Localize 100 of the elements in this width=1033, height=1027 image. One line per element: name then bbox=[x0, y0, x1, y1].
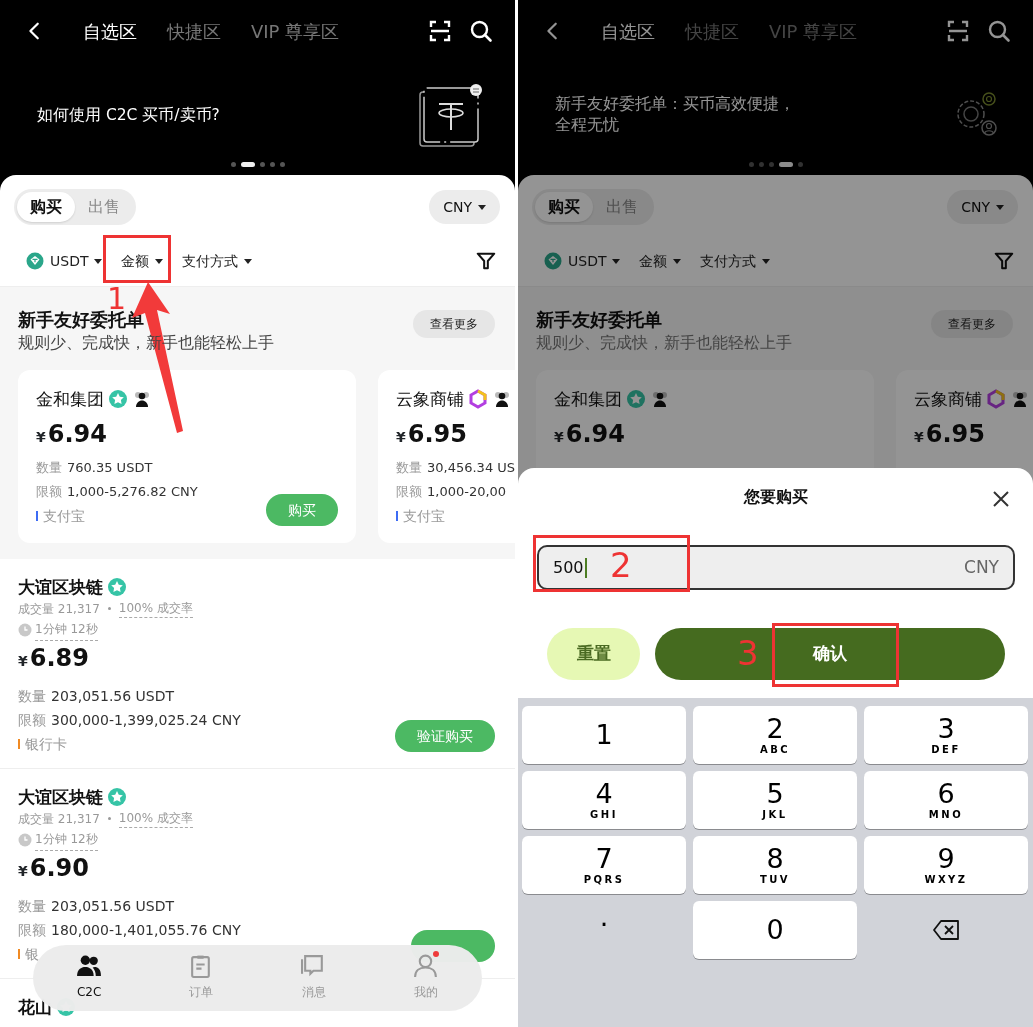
merchant-name: 云象商铺 bbox=[396, 388, 464, 411]
caret-icon bbox=[94, 258, 103, 264]
caret-icon bbox=[478, 204, 486, 210]
currency-symbol: ¥ bbox=[36, 428, 46, 447]
keypad-key[interactable]: 6 MNO bbox=[864, 771, 1028, 829]
field-value: 203,051.56 USDT bbox=[51, 898, 175, 914]
tab[interactable]: VIP 尊享区 bbox=[251, 17, 340, 45]
reset-button[interactable]: 重置 bbox=[547, 628, 640, 680]
price: 6.90 bbox=[29, 853, 89, 884]
payment-method: 银行卡 bbox=[25, 735, 67, 754]
filter-dropdown[interactable]: USDT bbox=[544, 250, 621, 272]
price: 6.95 bbox=[407, 419, 467, 450]
payment-time: 1分钟 12秒 bbox=[35, 828, 98, 851]
scan-icon[interactable] bbox=[428, 19, 452, 43]
step-number: 3 bbox=[737, 636, 759, 670]
keypad-key[interactable]: 5 JKL bbox=[693, 771, 857, 829]
trade-count: 成交量 21,317 bbox=[18, 810, 100, 828]
merchant-name: 大谊区块链 bbox=[18, 786, 103, 809]
tab[interactable]: 自选区 bbox=[601, 17, 655, 45]
field-label: 限额 bbox=[18, 712, 46, 728]
banner-text: 如何使用 C2C 买币/卖币? bbox=[37, 104, 220, 126]
field-label: 数量 bbox=[396, 460, 422, 475]
keypad-key[interactable]: 9 WXYZ bbox=[864, 836, 1028, 894]
keypad-key[interactable]: 2 ABC bbox=[693, 706, 857, 764]
keypad-key[interactable]: 7 PQRS bbox=[522, 836, 686, 894]
search-icon[interactable] bbox=[987, 19, 1011, 43]
field-label: 限额 bbox=[396, 484, 422, 499]
hexagon-badge-icon bbox=[468, 389, 488, 409]
coin-icon bbox=[544, 252, 562, 270]
keypad-key[interactable]: 1 bbox=[522, 706, 686, 764]
currency-symbol: ¥ bbox=[18, 652, 28, 671]
hexagon-badge-icon bbox=[986, 389, 1006, 409]
field-value: 1,000-20,00 bbox=[427, 484, 507, 499]
field-label: 限额 bbox=[18, 922, 46, 938]
filter-dropdown[interactable]: 支付方式 bbox=[182, 250, 253, 272]
field-value: 180,000-1,401,055.76 CNY bbox=[51, 922, 241, 938]
filter-dropdown[interactable]: 金额 bbox=[639, 250, 682, 272]
filter-dropdown[interactable]: 金额 bbox=[121, 250, 164, 272]
offer-card[interactable]: 云象商铺 ¥6.95 数量 30,456.34 US 限额 1,000-20,00 支付宝 bbox=[378, 370, 515, 543]
tab[interactable]: 自选区 bbox=[83, 17, 137, 45]
keypad-key[interactable]: 0 bbox=[693, 901, 857, 959]
highlight-box bbox=[103, 235, 171, 283]
filter-dropdown[interactable]: USDT bbox=[26, 250, 103, 272]
payment-time: 1分钟 12秒 bbox=[35, 618, 98, 641]
field-label: 数量 bbox=[18, 688, 46, 704]
coin-icon bbox=[26, 252, 44, 270]
price: 6.95 bbox=[925, 419, 985, 450]
currency-symbol: ¥ bbox=[554, 428, 564, 447]
amount-value: 500 bbox=[553, 556, 584, 579]
view-more-button[interactable]: 查看更多 bbox=[413, 310, 495, 338]
field-value: 30,456.34 US bbox=[427, 460, 515, 475]
person-icon bbox=[412, 953, 439, 979]
currency-symbol: ¥ bbox=[18, 862, 28, 881]
keypad-key[interactable]: 8 TUV bbox=[693, 836, 857, 894]
clock-icon bbox=[18, 832, 32, 847]
price: 6.89 bbox=[29, 643, 89, 674]
merchant-name: 大谊区块链 bbox=[18, 576, 103, 599]
keypad-key[interactable]: 3 DEF bbox=[864, 706, 1028, 764]
coin-card-icon bbox=[419, 82, 483, 148]
caret-icon bbox=[762, 258, 771, 264]
view-more-button[interactable]: 查看更多 bbox=[931, 310, 1013, 338]
field-value: 203,051.56 USDT bbox=[51, 688, 175, 704]
backspace-icon[interactable] bbox=[932, 919, 960, 941]
toggle-option[interactable]: 购买 bbox=[535, 192, 593, 222]
caret-icon bbox=[155, 258, 164, 264]
scan-icon[interactable] bbox=[946, 19, 970, 43]
separator-dot bbox=[107, 607, 111, 610]
field-label: 数量 bbox=[18, 898, 46, 914]
search-icon[interactable] bbox=[469, 19, 493, 43]
keypad-key[interactable]: . bbox=[522, 901, 686, 959]
caret-icon bbox=[673, 258, 682, 264]
offer-card[interactable]: 金和集团 ¥6.94 数量 760.35 USDT 限额 1,000-5,276.82 CNY 支付宝 购买 bbox=[18, 370, 356, 543]
currency-symbol: ¥ bbox=[914, 428, 924, 447]
caret-icon bbox=[996, 204, 1004, 210]
currency-dropdown[interactable]: CNY bbox=[429, 190, 500, 224]
filter-icon[interactable] bbox=[475, 250, 497, 272]
completion-rate: 100% 成交率 bbox=[118, 809, 193, 828]
caret-icon bbox=[244, 258, 253, 264]
filter-dropdown[interactable]: 支付方式 bbox=[700, 250, 771, 272]
clock-icon bbox=[18, 622, 32, 637]
toggle-option[interactable]: 购买 bbox=[17, 192, 75, 222]
separator-dot bbox=[107, 817, 111, 820]
keypad-key[interactable]: 4 GHI bbox=[522, 771, 686, 829]
field-value: 760.35 USDT bbox=[67, 460, 153, 475]
banner-text: 新手友好委托单：买币高效便捷，全程无忧 bbox=[555, 94, 796, 136]
currency-unit: CNY bbox=[964, 555, 999, 579]
close-icon[interactable] bbox=[991, 488, 1011, 509]
section-subtitle: 规则少、完成快，新手也能轻松上手 bbox=[536, 333, 792, 353]
tab[interactable]: 快捷区 bbox=[167, 17, 221, 45]
sheet-title: 您要购买 bbox=[744, 486, 808, 508]
merchant-name: 金和集团 bbox=[554, 388, 622, 411]
currency-dropdown[interactable]: CNY bbox=[947, 190, 1018, 224]
field-value: 1,000-5,276.82 CNY bbox=[67, 484, 198, 499]
price: 6.94 bbox=[47, 419, 107, 450]
step-number: 2 bbox=[610, 548, 632, 582]
filter-icon[interactable] bbox=[993, 250, 1015, 272]
completion-rate: 100% 成交率 bbox=[118, 599, 193, 618]
price: 6.94 bbox=[565, 419, 625, 450]
field-label: 限额 bbox=[36, 484, 62, 499]
field-label: 数量 bbox=[36, 460, 62, 475]
